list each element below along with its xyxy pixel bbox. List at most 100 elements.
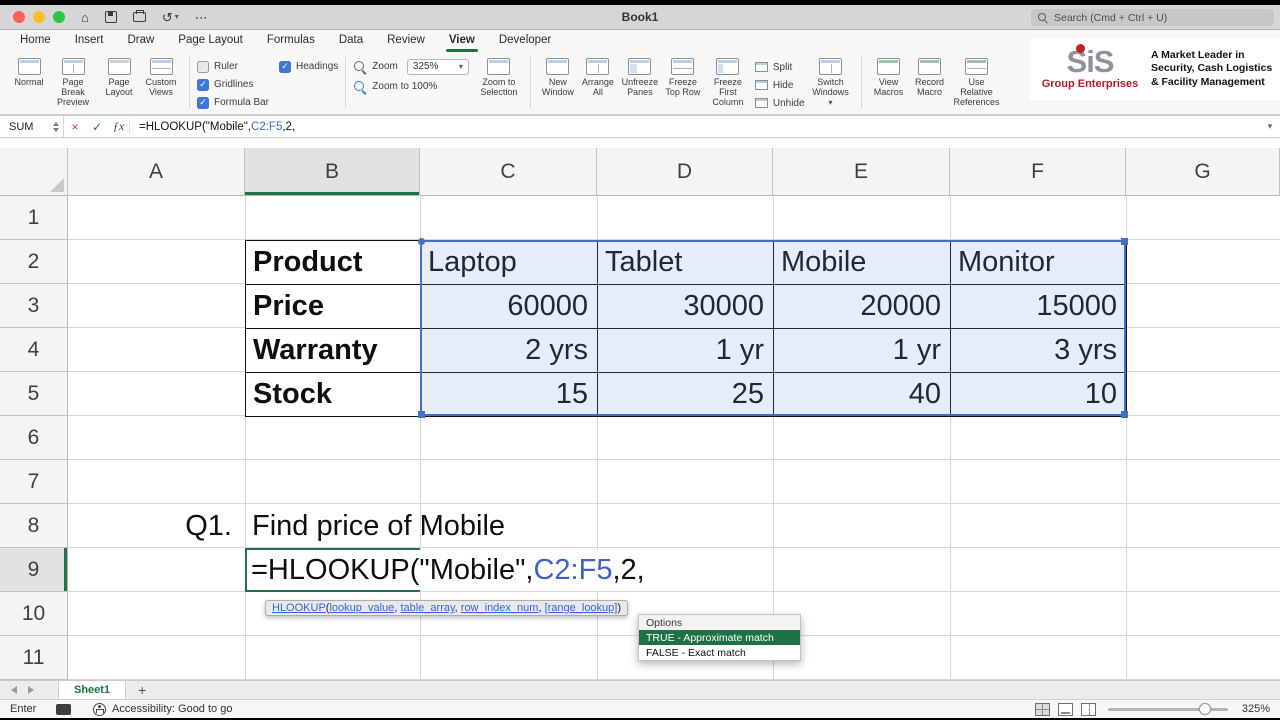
ruler-checkbox[interactable]: Ruler xyxy=(197,60,269,73)
cell-label-stock[interactable]: Stock xyxy=(246,373,421,417)
row-header-1[interactable]: 1 xyxy=(0,196,67,240)
accessibility-status[interactable]: Accessibility: Good to go xyxy=(112,703,232,715)
column-header-d[interactable]: D xyxy=(597,148,773,196)
normal-view-status-icon[interactable] xyxy=(1035,702,1050,716)
cell-value[interactable]: 1 yr xyxy=(598,329,774,373)
more-icon[interactable]: ⋯ xyxy=(195,11,208,24)
tab-developer[interactable]: Developer xyxy=(487,30,563,52)
autocomplete-option[interactable]: TRUE - Approximate match xyxy=(639,630,800,645)
enter-button[interactable]: ✓ xyxy=(86,120,108,134)
split-button[interactable]: Split xyxy=(754,60,805,74)
home-icon[interactable]: ⌂ xyxy=(81,11,89,24)
tab-data[interactable]: Data xyxy=(327,30,375,52)
select-all-corner[interactable] xyxy=(0,148,68,196)
freeze-top-row-button[interactable]: Freeze Top Row xyxy=(662,56,704,98)
formula-input[interactable]: =HLOOKUP("Mobile",C2:F5,2, xyxy=(134,121,1260,133)
row-header-9[interactable]: 9 xyxy=(0,548,67,592)
tooltip-arg[interactable]: [range_lookup] xyxy=(545,602,618,614)
cell-label-warranty[interactable]: Warranty xyxy=(246,329,421,373)
insert-function-button[interactable]: ƒx xyxy=(108,119,130,134)
switch-windows-button[interactable]: Switch Windows ▾ xyxy=(808,56,854,108)
freeze-first-column-button[interactable]: Freeze First Column xyxy=(704,56,752,108)
cell-value[interactable]: 60000 xyxy=(421,285,598,329)
cell-value[interactable]: 10 xyxy=(951,373,1127,417)
cell-value[interactable]: 1 yr xyxy=(774,329,951,373)
tooltip-arg[interactable]: table_array xyxy=(400,602,454,614)
row-header-10[interactable]: 10 xyxy=(0,592,67,636)
zoom-slider[interactable] xyxy=(1108,702,1228,715)
cell-value[interactable]: 25 xyxy=(598,373,774,417)
cell-value[interactable]: 2 yrs xyxy=(421,329,598,373)
new-window-button[interactable]: New Window xyxy=(538,56,578,98)
tab-home[interactable]: Home xyxy=(8,30,63,52)
name-box[interactable]: SUM xyxy=(0,116,64,137)
tab-review[interactable]: Review xyxy=(375,30,437,52)
tab-page-layout[interactable]: Page Layout xyxy=(166,30,255,52)
row-header-3[interactable]: 3 xyxy=(0,284,67,328)
tooltip-arg[interactable]: lookup_value xyxy=(329,602,394,614)
cell-a8[interactable]: Q1. xyxy=(68,504,245,548)
row-header-5[interactable]: 5 xyxy=(0,372,67,416)
cancel-button[interactable]: × xyxy=(64,120,86,134)
sheet-nav-right-icon[interactable] xyxy=(28,686,34,694)
tab-formulas[interactable]: Formulas xyxy=(255,30,327,52)
page-layout-view-button[interactable]: Page Layout xyxy=(98,56,140,98)
row-header-8[interactable]: 8 xyxy=(0,504,67,548)
formula-bar-expand-icon[interactable]: ▾ xyxy=(1260,121,1280,132)
normal-view-button[interactable]: Normal xyxy=(10,56,48,88)
custom-views-button[interactable]: Custom Views xyxy=(140,56,182,98)
cells-area[interactable]: Product Laptop Tablet Mobile Monitor Price 600… xyxy=(68,196,1280,680)
cell-value[interactable]: 30000 xyxy=(598,285,774,329)
unfreeze-panes-button[interactable]: Unfreeze Panes xyxy=(618,56,662,98)
formula-bar-checkbox[interactable]: Formula Bar xyxy=(197,96,269,109)
row-header-11[interactable]: 11 xyxy=(0,636,67,680)
minimize-button[interactable] xyxy=(33,11,45,23)
row-header-2[interactable]: 2 xyxy=(0,240,67,284)
cell-value[interactable]: Laptop xyxy=(421,241,598,285)
record-macro-button[interactable]: Record Macro xyxy=(909,56,951,98)
print-icon[interactable] xyxy=(132,10,146,22)
search-input[interactable]: Search (Cmd + Ctrl + U) xyxy=(1031,9,1274,26)
add-sheet-button[interactable]: + xyxy=(138,682,146,698)
view-macros-button[interactable]: View Macros xyxy=(869,56,909,98)
keyboard-icon[interactable] xyxy=(56,703,71,715)
sheet-tab-sheet1[interactable]: Sheet1 xyxy=(58,681,127,699)
arrange-all-button[interactable]: Arrange All xyxy=(578,56,618,98)
zoom-to-selection-button[interactable]: Zoom to Selection xyxy=(475,56,523,98)
tooltip-arg[interactable]: row_index_num xyxy=(461,602,539,614)
column-header-e[interactable]: E xyxy=(773,148,950,196)
headings-checkbox[interactable]: Headings xyxy=(279,60,338,73)
use-relative-references-button[interactable]: Use Relative References xyxy=(951,56,1003,108)
column-header-f[interactable]: F xyxy=(950,148,1126,196)
cell-value[interactable]: 3 yrs xyxy=(951,329,1127,373)
cell-b9-formula-edit[interactable]: =HLOOKUP("Mobile", C2:F5,2, xyxy=(248,550,646,590)
cell-b8[interactable]: Find price of Mobile xyxy=(245,504,505,548)
column-header-b[interactable]: B xyxy=(245,148,420,196)
cell-value[interactable]: 40 xyxy=(774,373,951,417)
column-header-a[interactable]: A xyxy=(68,148,245,196)
tab-draw[interactable]: Draw xyxy=(115,30,166,52)
maximize-button[interactable] xyxy=(53,11,65,23)
column-header-c[interactable]: C xyxy=(420,148,597,196)
cell-label-product[interactable]: Product xyxy=(246,241,421,285)
zoom-100-button[interactable]: Zoom to 100% xyxy=(353,80,469,93)
page-break-view-status-icon[interactable] xyxy=(1081,702,1096,716)
cell-value[interactable]: 15 xyxy=(421,373,598,417)
cell-value[interactable]: Tablet xyxy=(598,241,774,285)
page-layout-view-status-icon[interactable] xyxy=(1058,702,1073,716)
page-break-preview-button[interactable]: Page Break Preview xyxy=(48,56,98,108)
row-header-6[interactable]: 6 xyxy=(0,416,67,460)
name-box-stepper[interactable] xyxy=(53,121,59,132)
unhide-button[interactable]: Unhide xyxy=(754,96,805,110)
cell-value[interactable]: 20000 xyxy=(774,285,951,329)
row-header-7[interactable]: 7 xyxy=(0,460,67,504)
gridlines-checkbox[interactable]: Gridlines xyxy=(197,78,269,91)
tab-view[interactable]: View xyxy=(437,30,487,52)
row-header-4[interactable]: 4 xyxy=(0,328,67,372)
cell-value[interactable]: 15000 xyxy=(951,285,1127,329)
column-header-g[interactable]: G xyxy=(1126,148,1280,196)
close-button[interactable] xyxy=(13,11,25,23)
hide-button[interactable]: Hide xyxy=(754,78,805,92)
cell-value[interactable]: Monitor xyxy=(951,241,1127,285)
tooltip-function-link[interactable]: HLOOKUP xyxy=(272,602,326,614)
